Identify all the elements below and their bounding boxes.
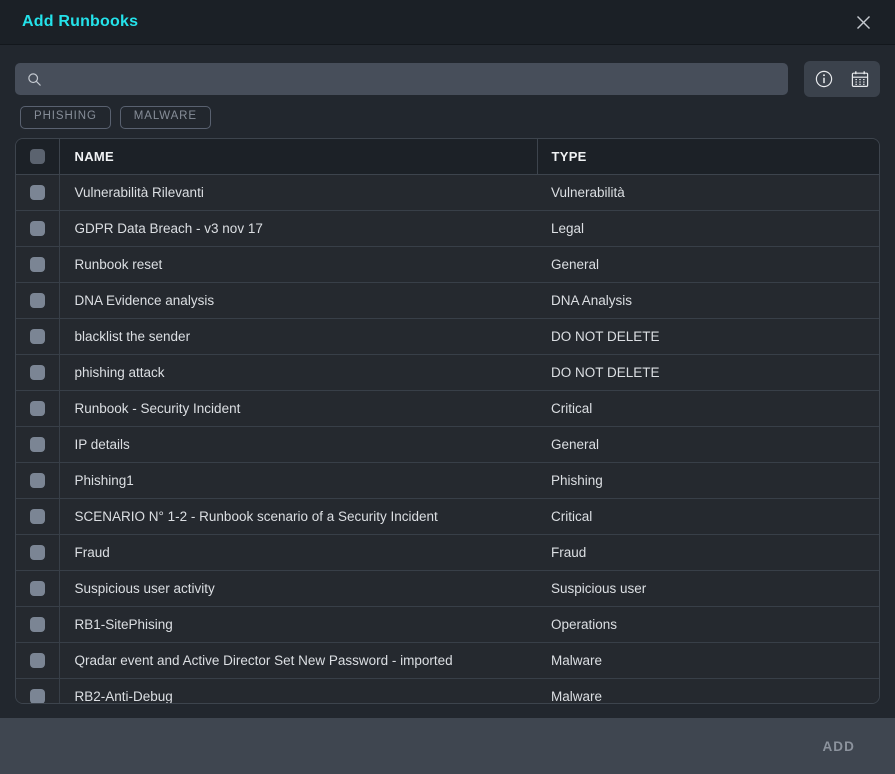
cell-type: General xyxy=(537,426,879,462)
row-checkbox[interactable] xyxy=(30,581,45,596)
cell-name: blacklist the sender xyxy=(59,318,537,354)
row-select-cell xyxy=(16,246,59,282)
cell-name: DNA Evidence analysis xyxy=(59,282,537,318)
row-checkbox[interactable] xyxy=(30,509,45,524)
row-select-cell xyxy=(16,606,59,642)
dialog-titlebar: Add Runbooks xyxy=(0,0,895,45)
table-row[interactable]: Vulnerabilità Rilevanti Vulnerabilità xyxy=(16,174,879,210)
table-body: Vulnerabilità Rilevanti Vulnerabilità GD… xyxy=(16,174,879,704)
cell-name: Suspicious user activity xyxy=(59,570,537,606)
select-all-cell xyxy=(16,139,59,175)
search-input[interactable] xyxy=(51,62,776,96)
cell-type: Malware xyxy=(537,678,879,704)
row-select-cell xyxy=(16,318,59,354)
table-row[interactable]: RB1-SitePhising Operations xyxy=(16,606,879,642)
row-select-cell xyxy=(16,642,59,678)
cell-type: DO NOT DELETE xyxy=(537,318,879,354)
search-box[interactable] xyxy=(15,63,788,95)
cell-name: GDPR Data Breach - v3 nov 17 xyxy=(59,210,537,246)
cell-name: Vulnerabilità Rilevanti xyxy=(59,174,537,210)
cell-name: Runbook reset xyxy=(59,246,537,282)
cell-name: RB2-Anti-Debug xyxy=(59,678,537,704)
table-row[interactable]: SCENARIO N° 1-2 - Runbook scenario of a … xyxy=(16,498,879,534)
cell-type: Legal xyxy=(537,210,879,246)
cell-name: SCENARIO N° 1-2 - Runbook scenario of a … xyxy=(59,498,537,534)
filter-chip-malware[interactable]: MALWARE xyxy=(120,106,211,129)
table-row[interactable]: blacklist the sender DO NOT DELETE xyxy=(16,318,879,354)
row-checkbox[interactable] xyxy=(30,401,45,416)
cell-type: Operations xyxy=(537,606,879,642)
table-row[interactable]: GDPR Data Breach - v3 nov 17 Legal xyxy=(16,210,879,246)
search-row xyxy=(15,61,880,97)
row-checkbox[interactable] xyxy=(30,689,45,704)
table-header-row: NAME TYPE xyxy=(16,139,879,175)
cell-type: Fraud xyxy=(537,534,879,570)
row-checkbox[interactable] xyxy=(30,617,45,632)
table-row[interactable]: RB2-Anti-Debug Malware xyxy=(16,678,879,704)
row-select-cell xyxy=(16,534,59,570)
info-circle-icon[interactable] xyxy=(813,68,835,90)
table-row[interactable]: Phishing1 Phishing xyxy=(16,462,879,498)
table-row[interactable]: IP details General xyxy=(16,426,879,462)
table-row[interactable]: DNA Evidence analysis DNA Analysis xyxy=(16,282,879,318)
cell-name: Phishing1 xyxy=(59,462,537,498)
dialog-title: Add Runbooks xyxy=(22,13,847,31)
search-icon xyxy=(27,72,42,87)
row-checkbox[interactable] xyxy=(30,473,45,488)
cell-type: General xyxy=(537,246,879,282)
column-header-type[interactable]: TYPE xyxy=(537,139,879,175)
calendar-icon[interactable] xyxy=(849,68,871,90)
select-all-checkbox[interactable] xyxy=(30,149,45,164)
row-checkbox[interactable] xyxy=(30,221,45,236)
row-select-cell xyxy=(16,282,59,318)
cell-name: RB1-SitePhising xyxy=(59,606,537,642)
cell-name: IP details xyxy=(59,426,537,462)
table-row[interactable]: Qradar event and Active Director Set New… xyxy=(16,642,879,678)
cell-type: Critical xyxy=(537,390,879,426)
cell-name: Qradar event and Active Director Set New… xyxy=(59,642,537,678)
row-checkbox[interactable] xyxy=(30,437,45,452)
table-row[interactable]: phishing attack DO NOT DELETE xyxy=(16,354,879,390)
toolbar-icon-group xyxy=(804,61,880,97)
row-checkbox[interactable] xyxy=(30,365,45,380)
row-checkbox[interactable] xyxy=(30,257,45,272)
table-row[interactable]: Runbook - Security Incident Critical xyxy=(16,390,879,426)
cell-type: Phishing xyxy=(537,462,879,498)
row-select-cell xyxy=(16,210,59,246)
filter-chips: PHISHING MALWARE xyxy=(15,106,880,129)
cell-type: DO NOT DELETE xyxy=(537,354,879,390)
cell-type: Suspicious user xyxy=(537,570,879,606)
cell-type: Vulnerabilità xyxy=(537,174,879,210)
column-header-name[interactable]: NAME xyxy=(59,139,537,175)
cell-name: phishing attack xyxy=(59,354,537,390)
row-checkbox[interactable] xyxy=(30,653,45,668)
cell-type: DNA Analysis xyxy=(537,282,879,318)
row-checkbox[interactable] xyxy=(30,185,45,200)
dialog-footer: ADD xyxy=(0,718,895,774)
runbooks-table: NAME TYPE Vulnerabilità Rilevanti Vulner… xyxy=(15,138,880,705)
row-checkbox[interactable] xyxy=(30,329,45,344)
row-select-cell xyxy=(16,426,59,462)
row-checkbox[interactable] xyxy=(30,293,45,308)
filter-chip-phishing[interactable]: PHISHING xyxy=(20,106,111,129)
row-select-cell xyxy=(16,498,59,534)
add-button[interactable]: ADD xyxy=(812,731,865,762)
close-icon[interactable] xyxy=(847,6,879,38)
table-row[interactable]: Suspicious user activity Suspicious user xyxy=(16,570,879,606)
table-row[interactable]: Runbook reset General xyxy=(16,246,879,282)
row-select-cell xyxy=(16,174,59,210)
dialog-body: PHISHING MALWARE NAME TYPE xyxy=(0,45,895,718)
cell-type: Critical xyxy=(537,498,879,534)
table-row[interactable]: Fraud Fraud xyxy=(16,534,879,570)
cell-name: Runbook - Security Incident xyxy=(59,390,537,426)
cell-name: Fraud xyxy=(59,534,537,570)
row-select-cell xyxy=(16,390,59,426)
row-select-cell xyxy=(16,678,59,704)
add-runbooks-dialog: Add Runbooks xyxy=(0,0,895,774)
row-select-cell xyxy=(16,462,59,498)
row-select-cell xyxy=(16,570,59,606)
row-checkbox[interactable] xyxy=(30,545,45,560)
cell-type: Malware xyxy=(537,642,879,678)
row-select-cell xyxy=(16,354,59,390)
